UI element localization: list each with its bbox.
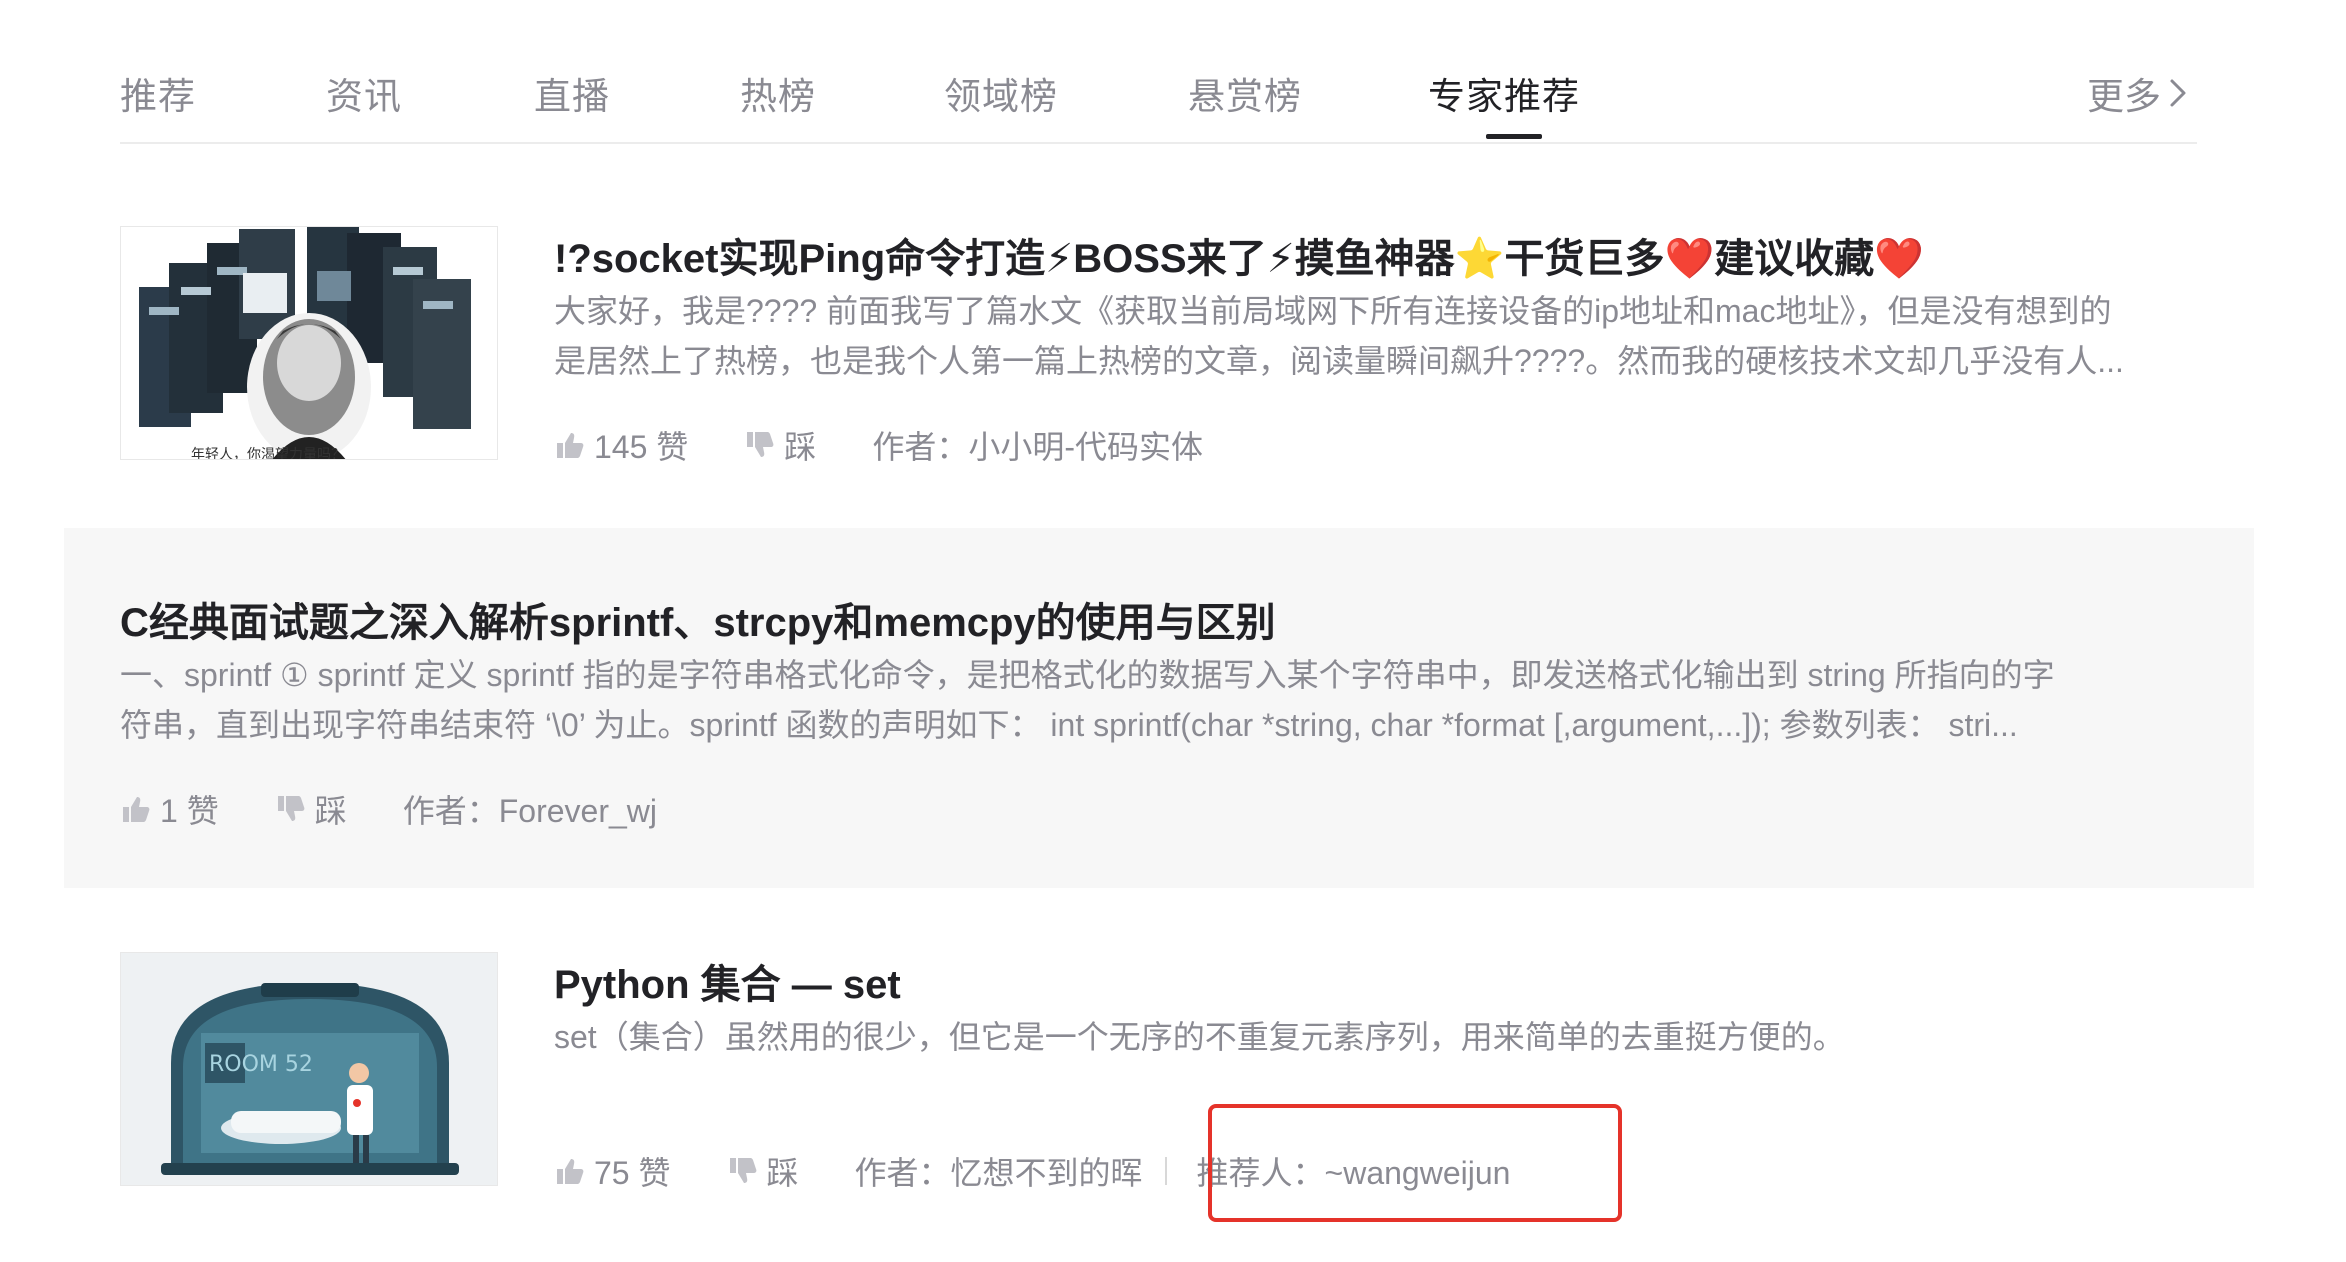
summary-line: 是居然上了热榜，也是我个人第一篇上热榜的文章，阅读量瞬间飙升????。然而我的硬… <box>554 343 2124 379</box>
article-author[interactable]: 作者：小小明-代码实体 <box>872 422 1203 468</box>
thumb-caption: ROOM 52 <box>209 1052 313 1077</box>
tab-domain-list[interactable]: 领域榜 <box>944 66 1058 120</box>
dislike-button[interactable]: 踩 <box>744 422 816 468</box>
tab-live[interactable]: 直播 <box>534 66 610 120</box>
dislike-button[interactable]: 踩 <box>275 786 347 832</box>
article-author[interactable]: 作者：Forever_wj <box>403 786 657 832</box>
category-tabbar: 推荐 资讯 直播 热榜 领域榜 悬赏榜 专家推荐 更多 <box>120 60 2197 144</box>
dislike-button[interactable]: 踩 <box>727 1148 799 1194</box>
like-count: 1 赞 <box>160 793 219 829</box>
article-summary: 一、sprintf ① sprintf 定义 sprintf 指的是字符串格式化… <box>120 650 2194 750</box>
book-collage-image: 年轻人，你渴望力量吗？ <box>121 227 497 460</box>
summary-line: set（集合）虽然用的很少，但它是一个无序的不重复元素序列，用来简单的去重挺方便… <box>554 1019 1845 1055</box>
thumbs-up-icon <box>557 433 584 458</box>
article-thumbnail[interactable]: 年轻人，你渴望力量吗？ <box>120 226 498 460</box>
thumbs-up-icon <box>123 797 150 822</box>
like-count: 145 赞 <box>594 429 689 465</box>
dislike-label: 踩 <box>766 1155 799 1191</box>
like-button[interactable]: 145 赞 <box>554 422 688 468</box>
article-title[interactable]: Python 集合 — set <box>554 952 901 1010</box>
meta-divider <box>1164 1157 1167 1185</box>
article-meta: 145 赞 踩 作者：小小明-代码实体 <box>554 422 1203 468</box>
article-author[interactable]: 作者：忆想不到的晖 <box>855 1148 1143 1194</box>
more-button[interactable]: 更多 <box>2087 66 2187 120</box>
like-button[interactable]: 75 赞 <box>554 1148 671 1194</box>
recommender-highlight-box <box>1208 1104 1622 1222</box>
tab-recommend[interactable]: 推荐 <box>120 66 196 120</box>
dislike-label: 踩 <box>784 429 817 465</box>
active-tab-indicator <box>1486 134 1542 139</box>
article-title[interactable]: !?socket实现Ping命令打造⚡BOSS来了⚡摸鱼神器⭐干货巨多❤️建议收… <box>554 226 1924 284</box>
like-count: 75 赞 <box>594 1155 671 1191</box>
thumbs-up-icon <box>557 1159 584 1184</box>
thumbs-down-icon <box>747 432 774 457</box>
thumb-caption: 年轻人，你渴望力量吗？ <box>191 447 345 460</box>
dislike-label: 踩 <box>314 793 347 829</box>
lab-illustration-image: ROOM 52 <box>121 953 497 1185</box>
thumbs-down-icon <box>277 796 305 821</box>
tab-bounty-list[interactable]: 悬赏榜 <box>1188 66 1302 120</box>
article-meta: 1 赞 踩 作者：Forever_wj <box>120 786 657 832</box>
more-label: 更多 <box>2087 76 2161 117</box>
like-button[interactable]: 1 赞 <box>120 786 219 832</box>
thumbs-down-icon <box>729 1158 756 1183</box>
summary-line: 大家好，我是???? 前面我写了篇水文《获取当前局域网下所有连接设备的ip地址和… <box>554 293 2112 329</box>
article-summary: 大家好，我是???? 前面我写了篇水文《获取当前局域网下所有连接设备的ip地址和… <box>554 286 2194 386</box>
summary-line: 一、sprintf ① sprintf 定义 sprintf 指的是字符串格式化… <box>120 657 2055 693</box>
article-title[interactable]: C经典面试题之深入解析sprintf、strcpy和memcpy的使用与区别 <box>120 590 1276 648</box>
tab-news[interactable]: 资讯 <box>326 66 402 120</box>
chevron-right-icon <box>2170 79 2186 107</box>
tab-hot-list[interactable]: 热榜 <box>740 66 816 120</box>
article-thumbnail[interactable]: ROOM 52 <box>120 952 498 1186</box>
article-summary: set（集合）虽然用的很少，但它是一个无序的不重复元素序列，用来简单的去重挺方便… <box>554 1012 2194 1062</box>
tab-expert-recommend[interactable]: 专家推荐 <box>1428 66 1580 120</box>
summary-line: 符串，直到出现字符串结束符 ‘\0’ 为止。sprintf 函数的声明如下： i… <box>120 707 2018 743</box>
